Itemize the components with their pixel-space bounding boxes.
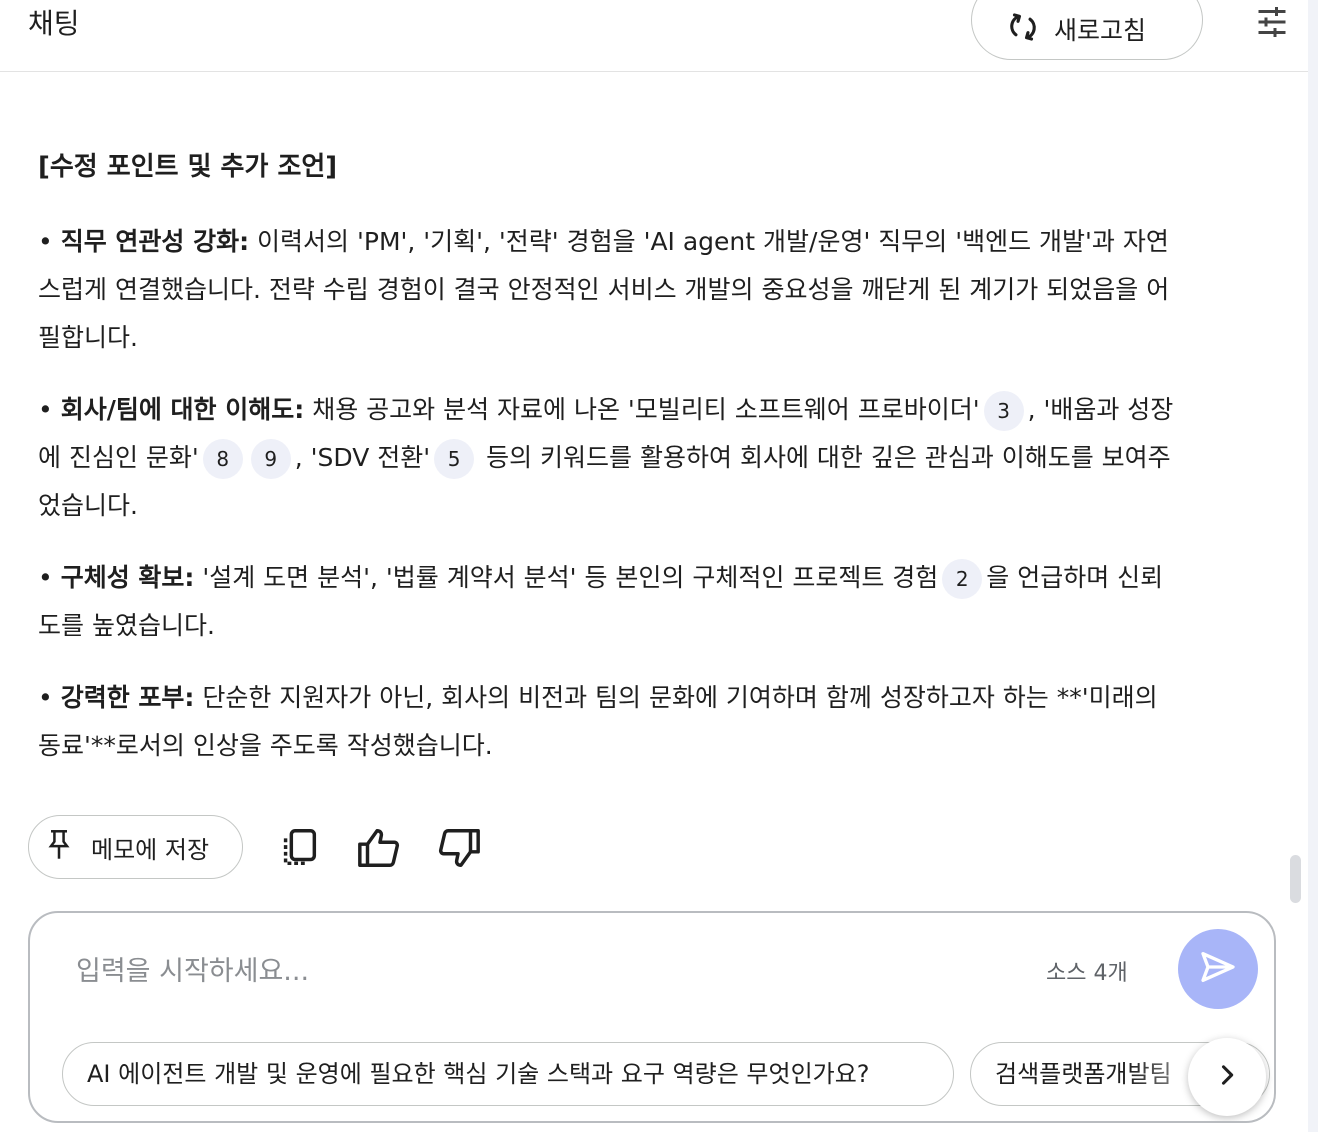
chevron-right-icon xyxy=(1213,1061,1241,1093)
send-button[interactable] xyxy=(1178,929,1258,1009)
bullet: • xyxy=(38,563,53,592)
send-icon xyxy=(1198,947,1238,991)
citation-chip[interactable]: 9 xyxy=(250,439,291,479)
next-suggestions-button[interactable] xyxy=(1188,1038,1266,1116)
citation-chip[interactable]: 2 xyxy=(942,559,983,599)
point-title: 강력한 포부: xyxy=(60,683,195,712)
citation-chip[interactable]: 8 xyxy=(202,439,243,479)
bullet: • xyxy=(38,683,53,712)
refresh-icon xyxy=(1006,10,1040,48)
chat-composer: 입력을 시작하세요... 소스 4개 AI 에이전트 개발 및 운영에 필요한 … xyxy=(28,911,1276,1123)
refresh-label: 새로고침 xyxy=(1054,16,1147,45)
refresh-button[interactable]: 새로고침 xyxy=(971,0,1203,60)
point-text: '설계 도면 분석', '법률 계약서 분석' 등 본인의 구체적인 프로젝트 … xyxy=(194,563,939,592)
point-company-understanding: • 회사/팀에 대한 이해도: 채용 공고와 분석 자료에 나온 '모빌리티 소… xyxy=(38,386,1178,530)
point-text: 채용 공고와 분석 자료에 나온 '모빌리티 소프트웨어 프로바이더' xyxy=(304,395,980,424)
point-ambition: • 강력한 포부: 단순한 지원자가 아닌, 회사의 비전과 팀의 문화에 기여… xyxy=(38,674,1178,770)
chat-header: 채팅 새로고침 xyxy=(0,0,1308,72)
chat-input[interactable]: 입력을 시작하세요... xyxy=(76,949,309,988)
point-job-relevance: • 직무 연관성 강화: 이력서의 'PM', '기획', '전략' 경험을 '… xyxy=(38,218,1178,362)
thumbs-down-icon[interactable] xyxy=(436,825,482,871)
page-title: 채팅 xyxy=(28,7,80,40)
point-title: 직무 연관성 강화: xyxy=(60,227,250,256)
point-title: 구체성 확보: xyxy=(60,563,195,592)
citation-chip[interactable]: 3 xyxy=(983,391,1024,431)
scrollbar-track[interactable] xyxy=(1308,0,1318,1132)
scrollbar-thumb[interactable] xyxy=(1290,855,1301,903)
tune-settings-icon[interactable] xyxy=(1254,4,1290,40)
point-specificity: • 구체성 확보: '설계 도면 분석', '법률 계약서 분석' 등 본인의 … xyxy=(38,554,1178,650)
source-count: 소스 4개 xyxy=(1046,961,1128,986)
point-text: 단순한 지원자가 아닌, 회사의 비전과 팀의 문화에 기여하며 함께 성장하고… xyxy=(38,683,1158,760)
citation-chip[interactable]: 5 xyxy=(434,439,475,479)
bullet: • xyxy=(38,227,53,256)
answer-heading: [수정 포인트 및 추가 조언] xyxy=(38,152,338,182)
thumbs-up-icon[interactable] xyxy=(356,825,402,871)
save-to-memo-label: 메모에 저장 xyxy=(91,835,210,864)
point-title: 회사/팀에 대한 이해도: xyxy=(60,395,305,424)
bullet: • xyxy=(38,395,53,424)
point-text: , 'SDV 전환' xyxy=(294,443,431,472)
copy-icon[interactable] xyxy=(276,825,322,871)
suggestion-chip[interactable]: AI 에이전트 개발 및 운영에 필요한 핵심 기술 스택과 요구 역량은 무엇… xyxy=(62,1042,954,1106)
save-to-memo-button[interactable]: 메모에 저장 xyxy=(28,815,243,879)
pin-icon xyxy=(47,829,71,865)
